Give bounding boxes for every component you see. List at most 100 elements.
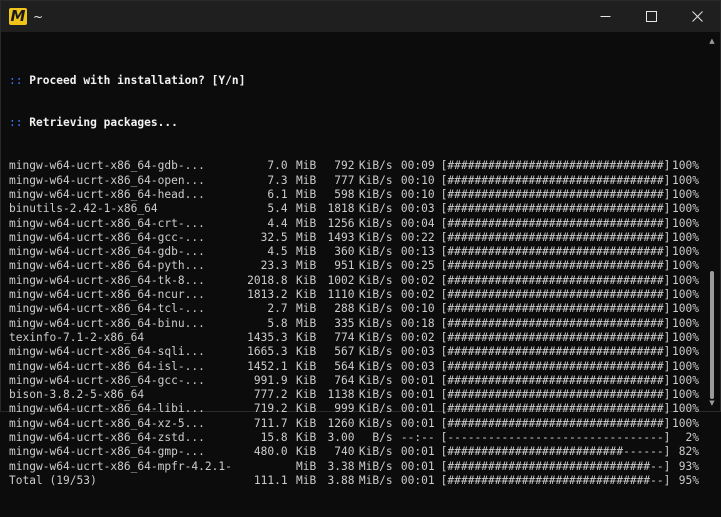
rate-unit: KiB/s [358, 402, 393, 416]
transfer-rate: 740 [334, 445, 355, 459]
elapsed-time: 00:25 [400, 259, 435, 273]
progress-percent: 100% [671, 316, 699, 330]
download-row: mingw-w64-ucrt-x86_64-xz-5... 711.7 KiB 126… [9, 417, 699, 431]
download-row: mingw-w64-ucrt-x86_64-mpfr-4.2.1-2-any Mi… [9, 460, 699, 474]
maximize-icon [645, 11, 657, 22]
download-size: 1813.2 [247, 288, 288, 302]
progress-percent: 100% [671, 202, 699, 216]
scroll-thumb[interactable] [710, 271, 714, 399]
scroll-up-icon[interactable]: ▲ [708, 37, 716, 45]
progress-percent: 100% [671, 245, 699, 259]
package-name: mingw-w64-ucrt-x86_64-tcl-... [9, 302, 205, 316]
progress-bar: [################################] [440, 316, 671, 330]
download-size: 711.7 [253, 416, 288, 430]
download-size: 4.5 [267, 245, 288, 259]
progress-percent: 100% [671, 216, 699, 230]
title-bar[interactable]: M ~ [1, 1, 720, 32]
size-unit: KiB [296, 273, 317, 287]
progress-percent: 93% [678, 459, 699, 473]
download-row: mingw-w64-ucrt-x86_64-gdb-... 7.0 MiB 792 Ki… [9, 159, 699, 173]
size-unit: MiB [296, 459, 317, 473]
prompt-prefix: :: [9, 73, 23, 87]
download-row: bison-3.8.2-5-x86_64 777.2 KiB 1138 KiB/s 00:… [9, 388, 699, 402]
transfer-rate: 1138 [327, 388, 355, 402]
close-button[interactable] [674, 1, 720, 32]
download-size: 111.1 [253, 473, 288, 487]
size-unit: KiB [296, 288, 317, 302]
size-unit: MiB [296, 187, 317, 201]
progress-bar: [##############################--] [440, 473, 671, 487]
elapsed-time: 00:10 [400, 173, 435, 187]
package-name: mingw-w64-ucrt-x86_64-ncur... [9, 288, 205, 302]
progress-percent: 100% [671, 330, 699, 344]
rate-unit: KiB/s [358, 202, 393, 216]
package-name: mingw-w64-ucrt-x86_64-head... [9, 187, 205, 201]
elapsed-time: 00:02 [400, 273, 435, 287]
download-size: 5.8 [267, 316, 288, 330]
vertical-scrollbar[interactable]: ▲ ▼ [708, 37, 716, 407]
progress-bar: [################################] [440, 402, 671, 416]
size-unit: MiB [296, 159, 317, 173]
transfer-rate: 598 [334, 187, 355, 201]
transfer-rate: 1818 [327, 202, 355, 216]
progress-percent: 100% [671, 187, 699, 201]
scroll-down-icon[interactable]: ▼ [708, 399, 716, 407]
size-unit: MiB [296, 230, 317, 244]
progress-percent: 100% [671, 359, 699, 373]
size-unit: KiB [296, 330, 317, 344]
package-name: mingw-w64-ucrt-x86_64-zstd... [9, 431, 205, 445]
download-row: mingw-w64-ucrt-x86_64-zstd... 15.8 KiB 3.00… [9, 431, 699, 445]
elapsed-time: 00:02 [400, 330, 435, 344]
transfer-rate: 774 [334, 330, 355, 344]
progress-percent: 100% [671, 173, 699, 187]
size-unit: MiB [296, 245, 317, 259]
minimize-icon [600, 16, 610, 17]
transfer-rate: 564 [334, 359, 355, 373]
transfer-rate: 335 [334, 316, 355, 330]
download-size: 480.0 [253, 445, 288, 459]
transfer-rate: 764 [334, 373, 355, 387]
progress-bar: [################################] [440, 202, 671, 216]
prompt-line: :: Proceed with installation? [Y/n] [9, 74, 699, 88]
download-row: mingw-w64-ucrt-x86_64-binu... 5.8 MiB 335 Ki… [9, 317, 699, 331]
size-unit: MiB [296, 316, 317, 330]
progress-bar: [################################] [440, 173, 671, 187]
package-name: mingw-w64-ucrt-x86_64-binu... [9, 316, 205, 330]
elapsed-time: 00:01 [400, 473, 435, 487]
minimize-button[interactable] [582, 1, 628, 32]
rate-unit: KiB/s [358, 273, 393, 287]
download-row: mingw-w64-ucrt-x86_64-sqli... 1665.3 KiB 56… [9, 345, 699, 359]
download-row: mingw-w64-ucrt-x86_64-gmp-... 480.0 KiB 740… [9, 445, 699, 459]
transfer-rate: 777 [334, 173, 355, 187]
rate-unit: KiB/s [358, 345, 393, 359]
progress-percent: 82% [678, 445, 699, 459]
window-title: ~ [33, 9, 44, 24]
elapsed-time: 00:03 [400, 202, 435, 216]
download-row: mingw-w64-ucrt-x86_64-head... 6.1 MiB 598 Ki… [9, 188, 699, 202]
progress-bar: [################################] [440, 416, 671, 430]
download-size: 32.5 [260, 230, 288, 244]
progress-percent: 100% [671, 159, 699, 173]
rate-unit: KiB/s [358, 230, 393, 244]
progress-bar: [################################] [440, 230, 671, 244]
progress-bar: [################################] [440, 302, 671, 316]
size-unit: KiB [296, 345, 317, 359]
size-unit: MiB [296, 302, 317, 316]
elapsed-time: 00:18 [400, 316, 435, 330]
package-name: bison-3.8.2-5-x86_64 [9, 388, 145, 402]
download-row: texinfo-7.1-2-x86_64 1435.3 KiB 774 KiB/s 00:… [9, 331, 699, 345]
package-name: mingw-w64-ucrt-x86_64-pyth... [9, 259, 205, 273]
package-name: mingw-w64-ucrt-x86_64-gdb-... [9, 245, 205, 259]
maximize-button[interactable] [628, 1, 674, 32]
elapsed-time: 00:01 [400, 402, 435, 416]
rate-unit: KiB/s [358, 173, 393, 187]
rate-unit: KiB/s [358, 373, 393, 387]
terminal-output[interactable]: :: Proceed with installation? [Y/n] :: R… [9, 45, 699, 487]
progress-bar: [################################] [440, 345, 671, 359]
rate-unit: KiB/s [358, 416, 393, 430]
elapsed-time: 00:01 [400, 388, 435, 402]
package-name: mingw-w64-ucrt-x86_64-crt-... [9, 216, 205, 230]
transfer-rate: 3.38 [327, 459, 355, 473]
size-unit: KiB [296, 402, 317, 416]
size-unit: KiB [296, 431, 317, 445]
